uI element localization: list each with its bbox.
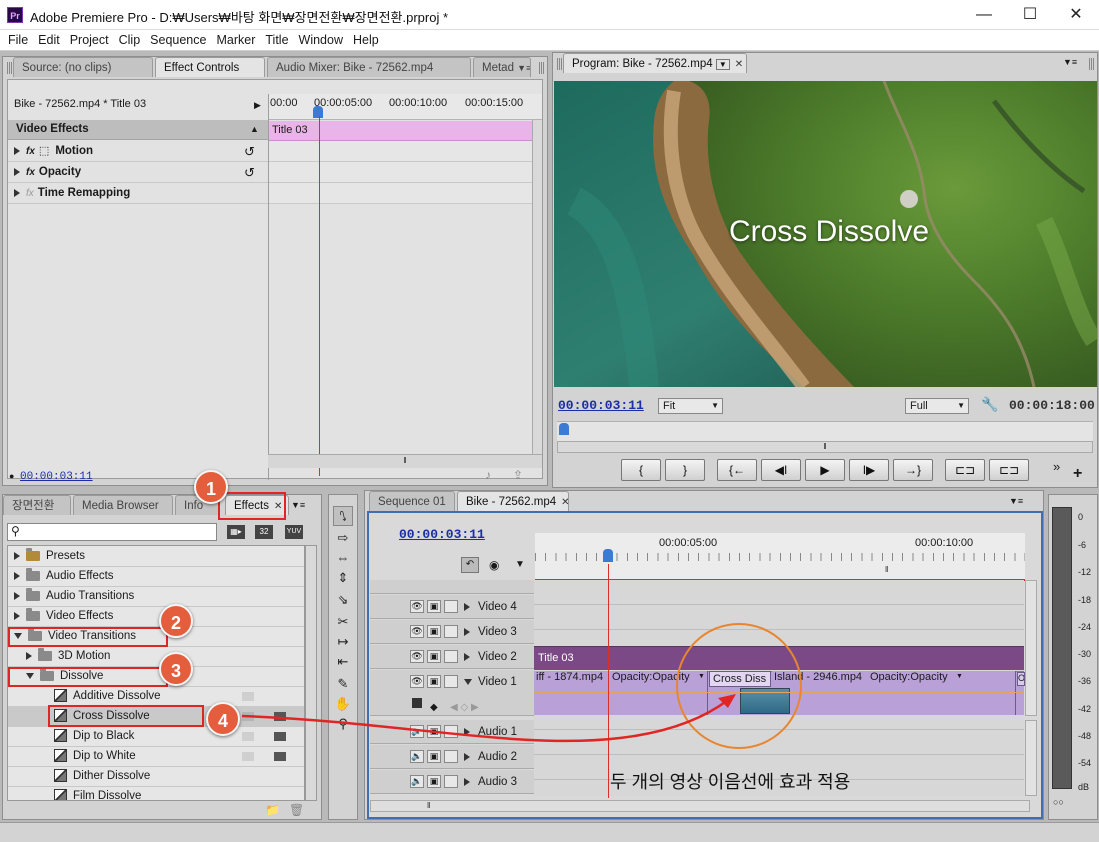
drag-arrow [241, 698, 729, 743]
highlight-circle [676, 623, 802, 749]
annotation-overlay [241, 623, 802, 749]
annotation-caption: 두 개의 영상 이음선에 효과 적용 [610, 772, 851, 792]
